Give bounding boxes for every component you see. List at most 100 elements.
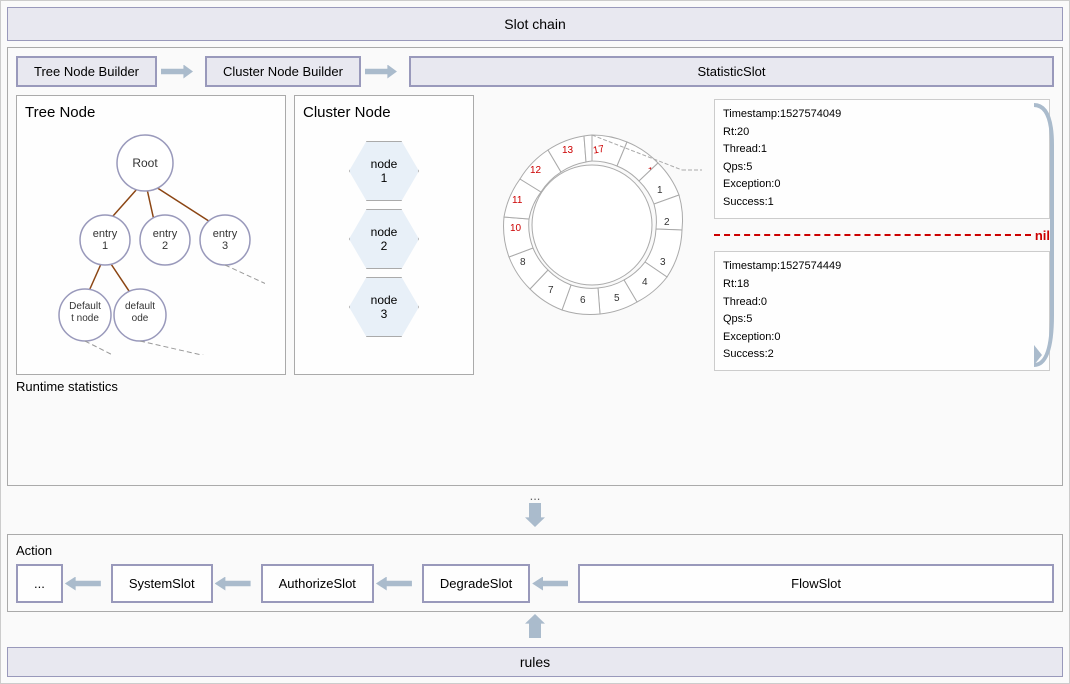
arrow-cluster-to-statistic <box>365 62 405 82</box>
svg-text:3: 3 <box>660 257 666 268</box>
svg-text:entry: entry <box>93 228 118 240</box>
svg-text:6: 6 <box>580 295 586 306</box>
arrow-left-shape-2 <box>215 577 251 591</box>
cluster-node-title-text: Cluster Node <box>303 104 391 121</box>
arrow-tree-to-cluster <box>161 62 201 82</box>
top-section: Tree Node Builder Cluster Node Builder S… <box>7 47 1063 486</box>
arrow-left-shape-1 <box>65 577 101 591</box>
stat1-thread: Thread:1 <box>723 141 1041 159</box>
action-section: Action ... SystemSlot AuthorizeSlot <box>7 534 1063 612</box>
tree-node-title-text: Tree Node <box>25 104 95 121</box>
stats-info: Timestamp:1527574049 Rt:20 Thread:1 Qps:… <box>710 95 1054 375</box>
slot-chain-title: Slot chain <box>504 16 565 32</box>
stat2-timestamp: Timestamp:1527574449 <box>723 258 1041 276</box>
statistic-slot-label: StatisticSlot <box>698 64 766 79</box>
action-box-degrade: DegradeSlot <box>422 564 530 603</box>
authorize-slot-label: AuthorizeSlot <box>279 576 356 591</box>
svg-text:2: 2 <box>162 240 168 252</box>
builders-row: Tree Node Builder Cluster Node Builder S… <box>16 56 1054 87</box>
tree-diagram: Root entry 1 entry 2 entry 3 <box>25 125 265 355</box>
stat2-thread: Thread:0 <box>723 294 1041 312</box>
stat2-qps: Qps:5 <box>723 311 1041 329</box>
svg-text:entry: entry <box>213 228 238 240</box>
stat1-exception: Exception:0 <box>723 176 1041 194</box>
svg-text:8: 8 <box>520 257 526 268</box>
right-curve-arrow <box>1032 95 1054 375</box>
main-container: Slot chain Tree Node Builder Cluster Nod… <box>0 0 1070 684</box>
stat1-timestamp: Timestamp:1527574049 <box>723 106 1041 124</box>
stat2-rt: Rt:18 <box>723 276 1041 294</box>
up-arrow-container <box>7 614 1063 641</box>
cluster-node-builder-box: Cluster Node Builder <box>205 56 361 87</box>
cluster-hex-2: node2 <box>349 209 419 269</box>
stats-block-1: Timestamp:1527574049 Rt:20 Thread:1 Qps:… <box>714 99 1050 219</box>
main-content: Tree Node Builder Cluster Node Builder S… <box>7 47 1063 643</box>
down-arrow-shape <box>525 503 545 527</box>
action-dots-label: ... <box>34 576 45 591</box>
svg-text:2: 2 <box>664 217 670 228</box>
svg-text:13: 13 <box>562 145 574 156</box>
statistic-panel: 17 16 1 2 3 4 <box>482 95 1054 375</box>
svg-text:1: 1 <box>657 185 663 196</box>
slot-chain-header: Slot chain <box>7 7 1063 41</box>
arrow-degrade-flow <box>532 574 576 594</box>
stat1-success: Success:1 <box>723 194 1041 212</box>
runtime-statistics-label: Runtime statistics <box>16 379 1054 394</box>
svg-text:entry: entry <box>153 228 178 240</box>
cluster-node-panel: Cluster Node node1 node2 node3 <box>294 95 474 375</box>
nil-dash-left <box>714 234 1031 236</box>
action-row: ... SystemSlot AuthorizeSlot <box>16 564 1054 603</box>
runtime-statistics-text: Runtime statistics <box>16 379 118 394</box>
degrade-slot-label: DegradeSlot <box>440 576 512 591</box>
flow-slot-label: FlowSlot <box>791 576 841 591</box>
svg-text:default: default <box>125 301 155 312</box>
up-arrow-shape <box>525 614 545 638</box>
cluster-node-title: Cluster Node <box>303 104 465 121</box>
svg-text:7: 7 <box>548 285 554 296</box>
wheel-diagram: 17 16 1 2 3 4 <box>482 95 702 355</box>
svg-text:4: 4 <box>642 277 648 288</box>
cluster-hex-3: node3 <box>349 277 419 337</box>
stat1-rt: Rt:20 <box>723 124 1041 142</box>
tree-node-title: Tree Node <box>25 104 277 121</box>
action-box-authorize: AuthorizeSlot <box>261 564 374 603</box>
svg-text:10: 10 <box>510 223 522 234</box>
panels-row: Tree Node Root <box>16 95 1054 375</box>
svg-text:Root: Root <box>132 156 158 170</box>
svg-text:Default: Default <box>69 301 101 312</box>
svg-text:5: 5 <box>614 293 620 304</box>
system-slot-label: SystemSlot <box>129 576 195 591</box>
stat2-exception: Exception:0 <box>723 329 1041 347</box>
arrow-system-authorize <box>215 574 259 594</box>
cluster-hex-1: node1 <box>349 141 419 201</box>
svg-text:ode: ode <box>132 313 149 324</box>
arrow-left-shape-3 <box>376 577 412 591</box>
stat2-success: Success:2 <box>723 346 1041 364</box>
wheel-container: 17 16 1 2 3 4 <box>482 95 702 355</box>
arrow-left-shape-4 <box>532 577 568 591</box>
svg-text:12: 12 <box>530 165 542 176</box>
action-label: Action <box>16 543 1054 558</box>
svg-text:3: 3 <box>222 240 228 252</box>
curve-svg <box>1032 95 1054 375</box>
tree-node-builder-label: Tree Node Builder <box>34 64 139 79</box>
tree-node-builder-box: Tree Node Builder <box>16 56 157 87</box>
nil-label: nil <box>714 228 1050 243</box>
svg-text:11: 11 <box>512 195 523 206</box>
stat1-qps: Qps:5 <box>723 159 1041 177</box>
arrow-dots-system <box>65 574 109 594</box>
svg-text:t node: t node <box>71 313 99 324</box>
rules-bar-text: rules <box>520 654 550 670</box>
stats-block-2: Timestamp:1527574449 Rt:18 Thread:0 Qps:… <box>714 251 1050 371</box>
rules-bar: rules <box>7 647 1063 677</box>
arrow-authorize-degrade <box>376 574 420 594</box>
statistic-slot-box: StatisticSlot <box>409 56 1054 87</box>
tree-node-panel: Tree Node Root <box>16 95 286 375</box>
action-box-system: SystemSlot <box>111 564 213 603</box>
action-label-text: Action <box>16 543 52 558</box>
action-box-dots: ... <box>16 564 63 603</box>
action-box-flow: FlowSlot <box>578 564 1054 603</box>
cluster-node-builder-label: Cluster Node Builder <box>223 64 343 79</box>
ellipsis-text: ... <box>530 488 541 503</box>
down-arrow-1: ... <box>7 488 1063 530</box>
